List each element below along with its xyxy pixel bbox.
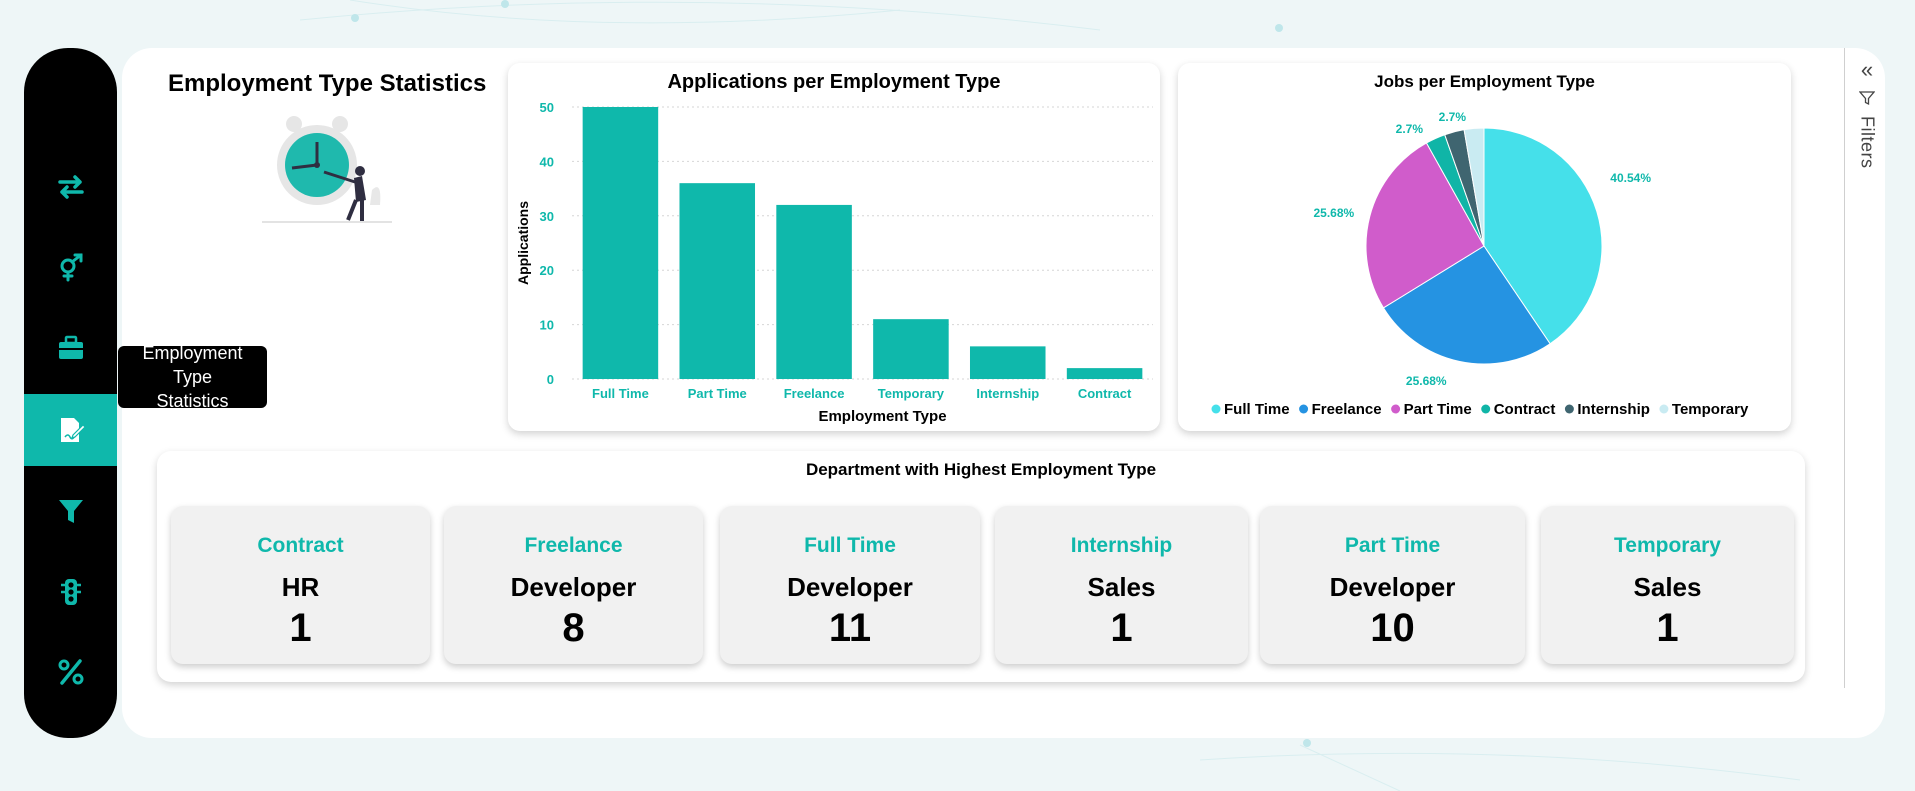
- page-title: Employment Type Statistics: [168, 70, 487, 97]
- x-tick-label: Full Time: [592, 386, 649, 401]
- kpi-employment-type: Part Time: [1344, 534, 1441, 557]
- legend-marker: [1481, 404, 1491, 414]
- sidebar-item-gender[interactable]: [24, 231, 117, 303]
- sidebar-item-jobs[interactable]: [24, 312, 117, 384]
- department-panel-title: Department with Highest Employment Type: [805, 460, 1157, 479]
- legend-label[interactable]: Contract: [1494, 401, 1556, 418]
- pie-data-label: 25.68%: [1314, 206, 1355, 220]
- legend-label[interactable]: Internship: [1577, 401, 1650, 418]
- y-tick-label: 20: [540, 263, 554, 278]
- bar[interactable]: [582, 107, 659, 379]
- pie-data-label: 25.68%: [1406, 374, 1447, 388]
- bar[interactable]: [969, 346, 1046, 379]
- bar[interactable]: [679, 183, 756, 379]
- legend-marker: [1659, 404, 1669, 414]
- x-tick-label: Freelance: [784, 386, 845, 401]
- pie-data-label: 2.7%: [1396, 122, 1424, 136]
- x-tick-label: Temporary: [878, 386, 945, 401]
- kpi-employment-type: Contract: [257, 534, 344, 557]
- kpi-tile-freelance: Freelance Developer 8: [444, 506, 703, 664]
- legend-marker: [1299, 404, 1309, 414]
- kpi-employment-type: Full Time: [804, 534, 896, 557]
- kpi-tile-part-time: Part Time Developer 10: [1260, 506, 1525, 664]
- sidebar-item-percentage[interactable]: [24, 636, 117, 708]
- jobs-pie-chart: 40.54% 25.68% 25.68% 2.7% 2.7% Full Time Freel…: [1211, 110, 1749, 418]
- kpi-department: Developer: [787, 572, 913, 602]
- legend-label[interactable]: Temporary: [1672, 401, 1749, 418]
- y-tick-label: 40: [540, 154, 554, 169]
- legend-marker: [1211, 404, 1221, 414]
- y-tick-label: 30: [540, 209, 554, 224]
- y-tick-label: 0: [547, 372, 554, 387]
- pie-data-label: 40.54%: [1610, 171, 1651, 185]
- nav-tooltip: Employment Type Statistics: [118, 343, 267, 411]
- kpi-department: Developer: [510, 572, 637, 602]
- legend-label[interactable]: Part Time: [1404, 401, 1472, 418]
- kpi-department: HR: [281, 572, 320, 602]
- filters-label: Filters: [1857, 116, 1878, 169]
- y-tick-label: 10: [540, 318, 554, 333]
- bar[interactable]: [1066, 368, 1143, 379]
- x-axis-label: Employment Type: [818, 408, 946, 425]
- x-tick-label: Internship: [976, 386, 1039, 401]
- legend-marker: [1564, 404, 1574, 414]
- kpi-employment-type: Internship: [1070, 534, 1173, 557]
- jobs-pie-chart-card: Jobs per Employment Type 40.54% 25.68% 25.…: [1178, 63, 1791, 431]
- sidebar-item-swap[interactable]: [24, 151, 117, 223]
- y-tick-label: 50: [540, 100, 554, 115]
- pie-data-label: 2.7%: [1439, 110, 1467, 124]
- kpi-count: 1: [1656, 606, 1679, 650]
- briefcase-icon: [58, 335, 83, 359]
- gender-icon: [60, 253, 82, 282]
- tooltip-line-1: Employment Type: [142, 343, 243, 387]
- kpi-count: 10: [1370, 606, 1415, 650]
- x-tick-label: Contract: [1078, 386, 1132, 401]
- kpi-count: 11: [828, 606, 872, 650]
- kpi-department: Developer: [1329, 572, 1456, 602]
- applications-bar-chart-card: Applications per Employment Type 0 10 20 30…: [508, 63, 1160, 431]
- tooltip-line-2: Statistics: [156, 391, 229, 411]
- y-axis-label: Applications: [515, 201, 531, 285]
- kpi-employment-type: Temporary: [1614, 534, 1721, 557]
- kpi-tile-full-time: Full Time Developer 11: [720, 506, 980, 664]
- traffic-light-icon: [60, 579, 81, 605]
- filter-funnel-icon: [58, 500, 83, 523]
- kpi-count: 1: [1110, 606, 1133, 650]
- filters-pane-toggle[interactable]: « Filters: [1852, 59, 1882, 190]
- sidebar-nav: [24, 48, 117, 738]
- bar[interactable]: [776, 204, 852, 379]
- sidebar-item-filter[interactable]: [24, 475, 117, 547]
- legend-marker: [1391, 404, 1401, 414]
- legend-label[interactable]: Freelance: [1312, 401, 1382, 418]
- x-tick-label: Part Time: [688, 386, 747, 401]
- kpi-employment-type: Freelance: [524, 534, 623, 557]
- bar[interactable]: [873, 319, 949, 379]
- sidebar-item-status[interactable]: [24, 556, 117, 628]
- kpi-tile-temporary: Temporary Sales 1: [1541, 506, 1794, 664]
- clock-person-illustration: [262, 116, 392, 223]
- applications-bar-chart: 0 10 20 30 40 50 Full Time Part Time Freelance Te…: [515, 100, 1153, 425]
- swap-arrows-icon: [57, 175, 84, 199]
- kpi-tile-internship: Internship Sales 1: [995, 506, 1248, 664]
- kpi-count: 1: [289, 606, 312, 650]
- kpi-tile-contract: Contract HR 1: [171, 506, 430, 664]
- sidebar-item-employment-type[interactable]: [24, 394, 117, 466]
- kpi-department: Sales: [1633, 572, 1702, 602]
- chevron-double-left-icon[interactable]: «: [1861, 59, 1873, 81]
- kpi-department: Sales: [1087, 572, 1156, 602]
- filters-divider: [1844, 48, 1845, 688]
- filter-outline-icon: [1859, 91, 1875, 106]
- percent-icon: [58, 659, 83, 685]
- document-edit-icon: [60, 418, 86, 442]
- legend-label[interactable]: Full Time: [1224, 401, 1290, 418]
- kpi-count: 8: [562, 606, 585, 650]
